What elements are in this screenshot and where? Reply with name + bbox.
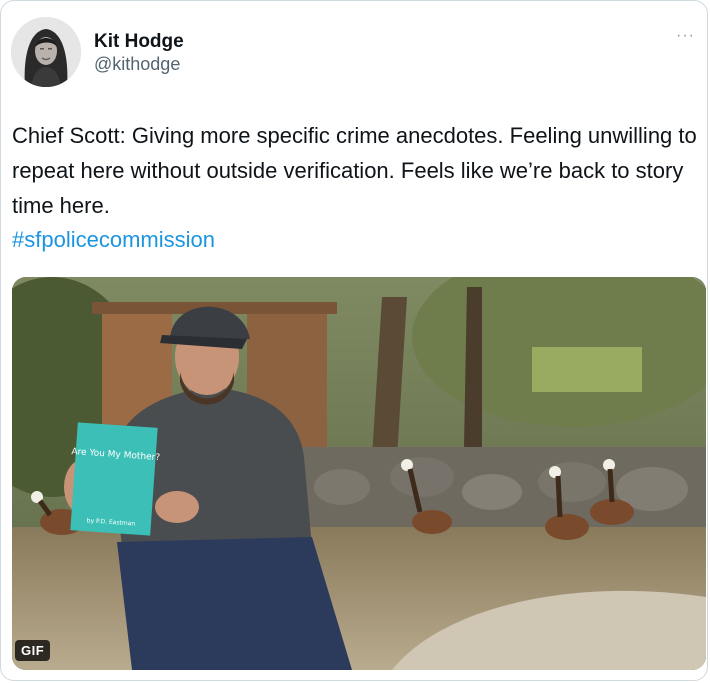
avatar[interactable] xyxy=(11,17,81,87)
more-options-icon[interactable]: ··· xyxy=(676,27,695,45)
gif-media[interactable]: Are You My Mother? by P.D. Eastman xyxy=(12,277,706,670)
avatar-photo xyxy=(11,17,81,87)
gif-scene: Are You My Mother? by P.D. Eastman xyxy=(12,277,706,670)
gif-badge: GIF xyxy=(15,640,51,661)
author-handle[interactable]: @kithodge xyxy=(94,54,180,75)
tweet-card: Kit Hodge @kithodge ··· Chief Scott: Giv… xyxy=(0,0,708,681)
hashtag-link[interactable]: #sfpolicecommission xyxy=(12,224,215,256)
author-name[interactable]: Kit Hodge xyxy=(94,31,184,53)
tweet-text: Chief Scott: Giving more specific crime … xyxy=(12,123,697,218)
